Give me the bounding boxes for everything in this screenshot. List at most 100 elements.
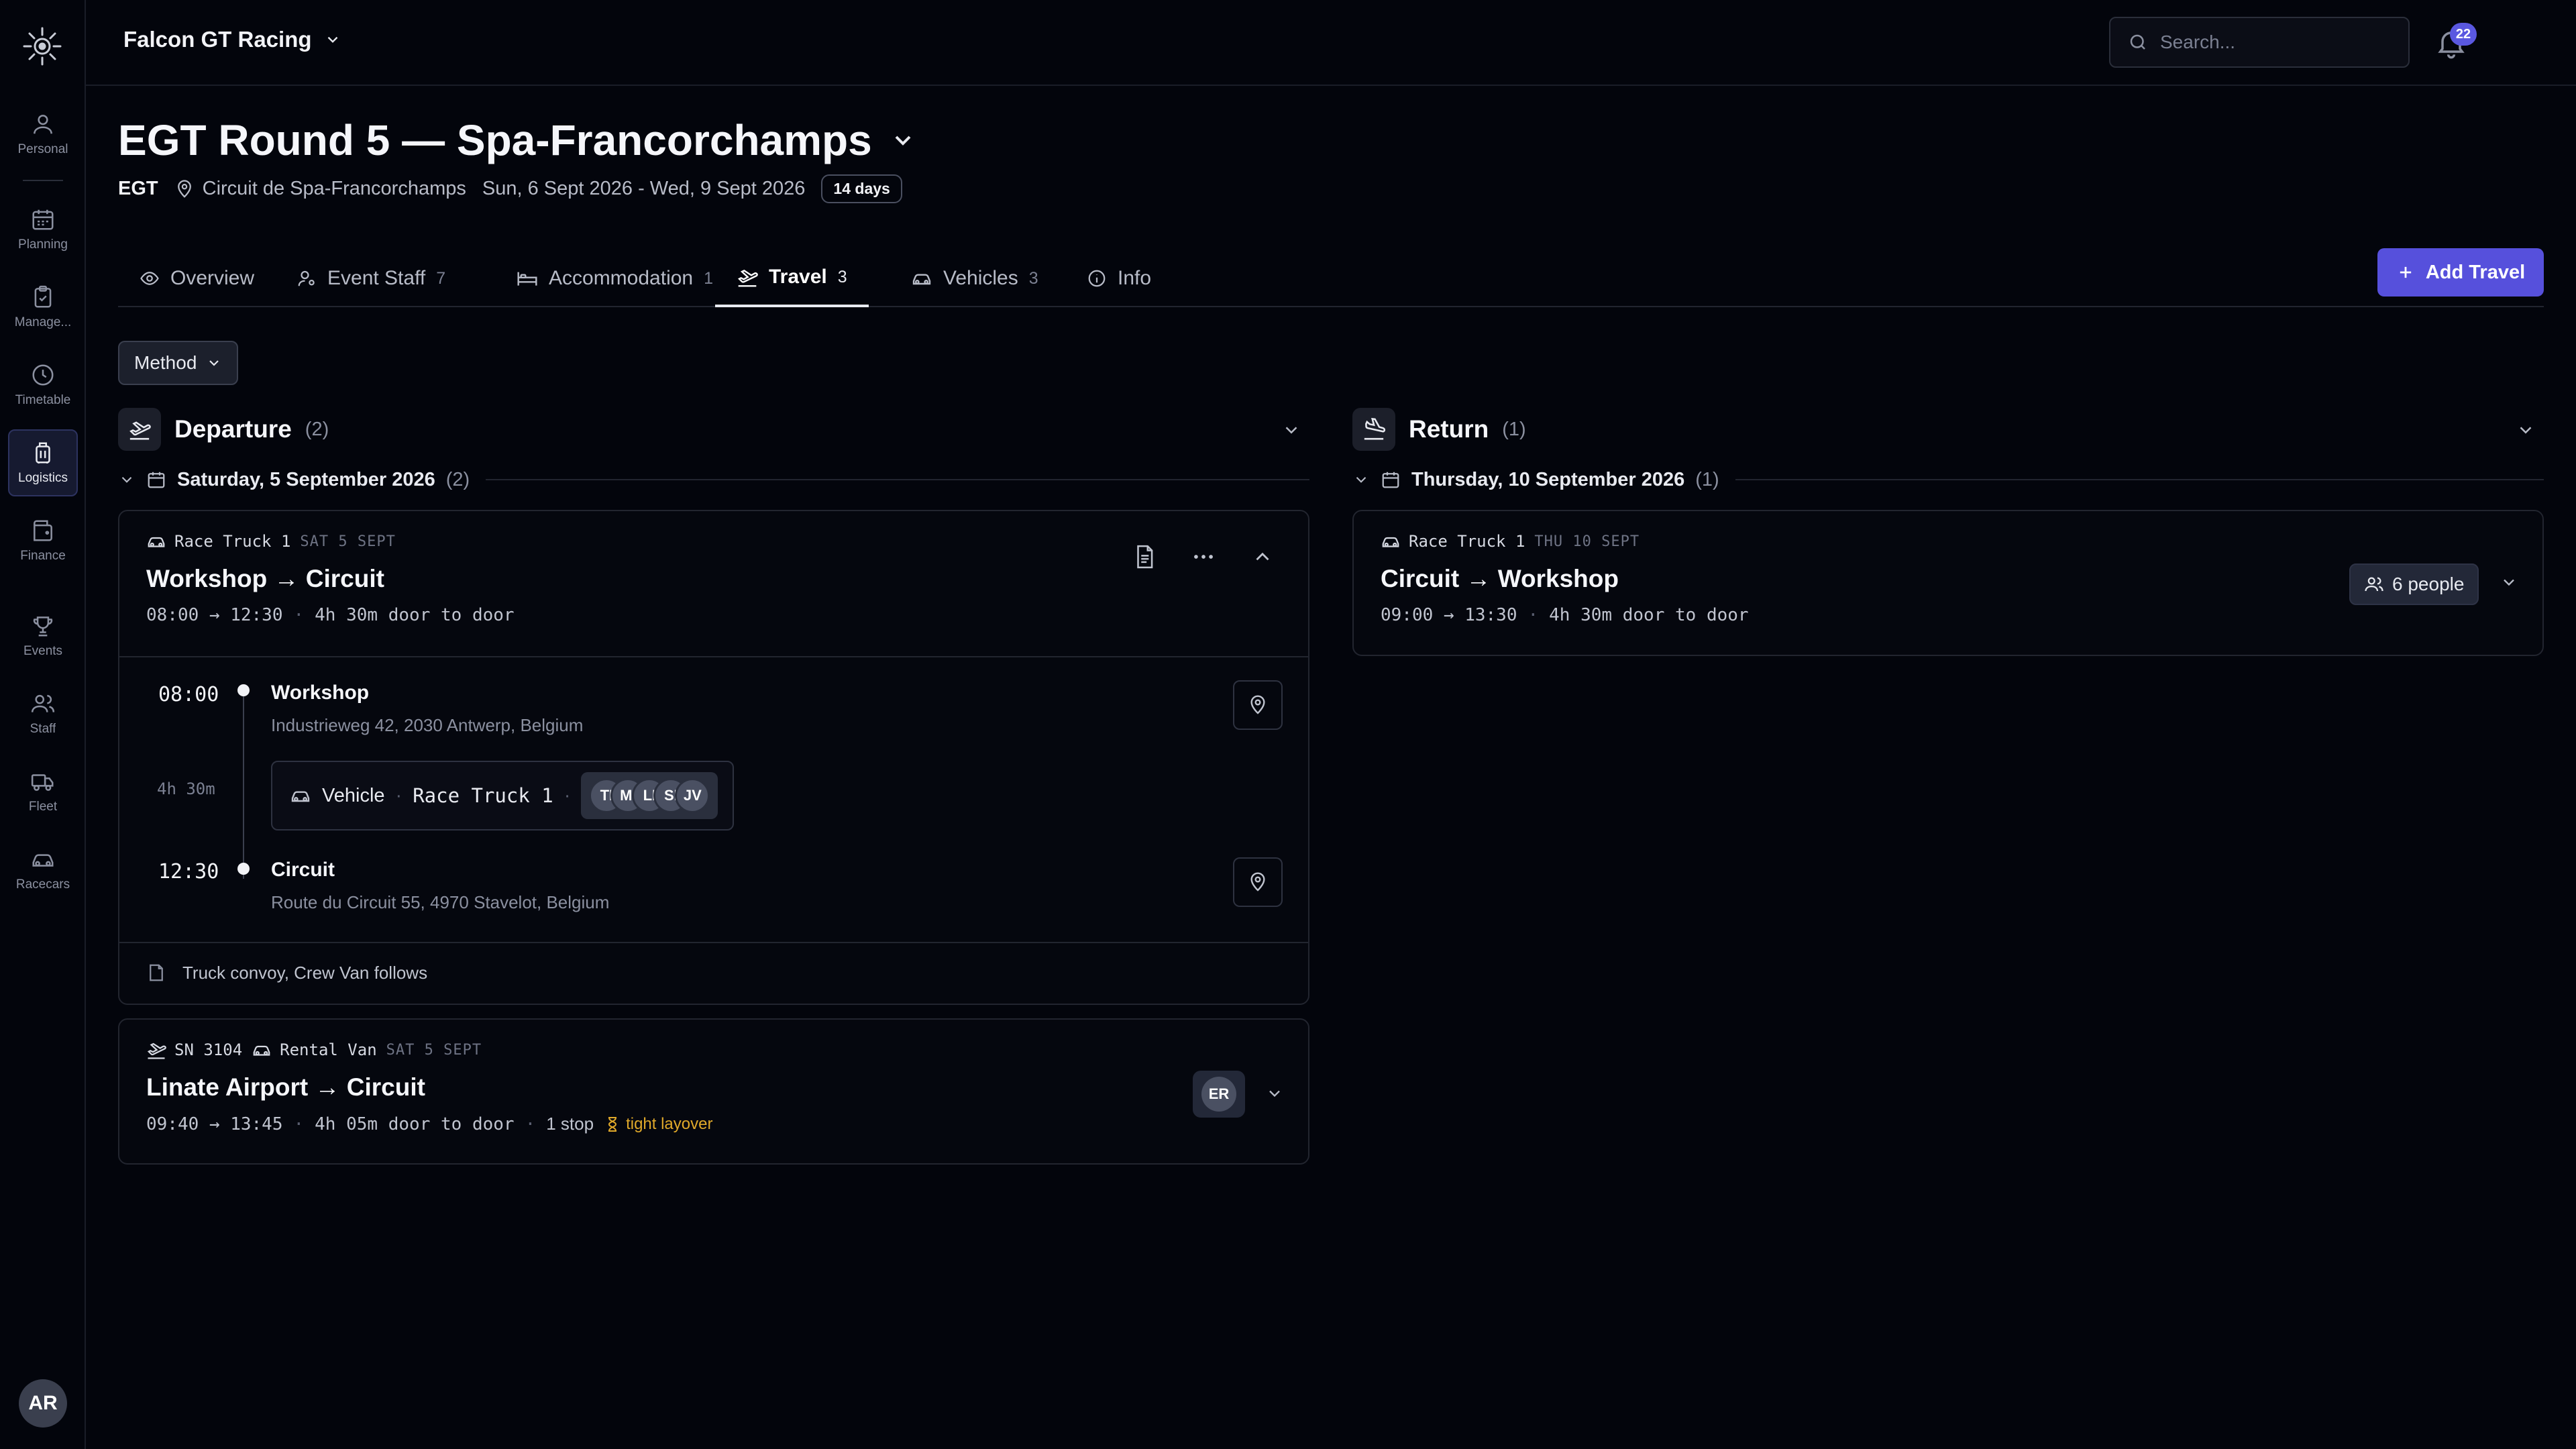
calendar-icon	[1382, 472, 1399, 488]
expand-button[interactable]	[2490, 564, 2528, 601]
car-icon	[253, 1045, 270, 1056]
chevron-down-icon[interactable]	[2516, 420, 2536, 440]
chevron-down-icon	[2504, 579, 2514, 586]
stops-count: 1 stop	[546, 1114, 594, 1134]
sidebar-item-fleet[interactable]: Fleet	[8, 758, 78, 825]
people-button[interactable]: 6 people	[2349, 564, 2479, 605]
chevron-down-icon	[1269, 1090, 1280, 1097]
map-pin-icon	[177, 179, 191, 198]
sidebar-item-staff[interactable]: Staff	[8, 680, 78, 747]
car-icon	[291, 791, 310, 802]
map-pin-button[interactable]	[1233, 857, 1283, 907]
sidebar-item-label: Staff	[30, 722, 56, 736]
plane-takeoff-icon	[147, 1042, 166, 1059]
event-title-row[interactable]: EGT Round 5 — Spa-Francorchamps	[118, 115, 916, 165]
map-pin-button[interactable]	[1233, 680, 1283, 730]
trip-time-row: 08:00 → 12:30 · 4h 30m door to door	[146, 605, 515, 625]
document-button[interactable]	[1126, 538, 1163, 576]
trip-card[interactable]: Race Truck 1 THU 10 SEPT Circuit → Works…	[1352, 510, 2544, 656]
tab-overview[interactable]: Overview	[118, 250, 276, 307]
tab-info[interactable]: Info	[1065, 250, 1173, 307]
trip-vehicle: Rental Van	[280, 1040, 377, 1059]
timeline-line	[243, 696, 244, 879]
event-meta: EGT Circuit de Spa-Francorchamps Sun, 6 …	[118, 174, 902, 203]
sidebar-item-planning[interactable]: Planning	[8, 196, 78, 263]
sidebar-item-racecars[interactable]: Racecars	[8, 836, 78, 903]
trip-card[interactable]: SN 3104 Rental Van SAT 5 SEPT Linate Air…	[118, 1018, 1309, 1165]
trip-date: SAT 5 SEPT	[386, 1041, 482, 1059]
sidebar-item-finance[interactable]: Finance	[8, 507, 78, 574]
calendar-icon	[148, 472, 165, 488]
sidebar-item-manage[interactable]: Manage...	[8, 274, 78, 341]
logo-icon[interactable]	[20, 24, 64, 68]
note-icon	[150, 964, 163, 981]
collapse-button[interactable]	[1244, 538, 1281, 576]
org-name: Falcon GT Racing	[123, 27, 312, 52]
tab-travel[interactable]: Travel 3	[715, 250, 869, 307]
tab-bar: Overview Event Staff 7 Accommodation 1 T…	[118, 250, 2544, 307]
tab-accommodation[interactable]: Accommodation 1	[495, 250, 735, 307]
chevron-up-icon	[1256, 552, 1269, 561]
departure-count: (2)	[305, 418, 329, 440]
expand-button[interactable]	[1256, 1075, 1293, 1112]
sidebar-item-personal[interactable]: Personal	[8, 101, 78, 168]
chevron-down-icon[interactable]	[1281, 420, 1301, 440]
sidebar-item-logistics[interactable]: Logistics	[8, 429, 78, 496]
car-icon	[32, 854, 54, 867]
people-avatars[interactable]: TI MI LI SI JV	[581, 772, 718, 819]
return-header[interactable]: Return (1)	[1352, 408, 2544, 451]
sidebar-item-label: Planning	[18, 237, 68, 252]
vehicle-leg[interactable]: Vehicle · Race Truck 1 · TI MI LI SI JV	[271, 761, 734, 830]
org-switcher[interactable]: Falcon GT Racing	[123, 27, 341, 52]
plane-takeoff-icon	[118, 408, 161, 451]
return-date-group[interactable]: Thursday, 10 September 2026 (1)	[1352, 464, 2544, 495]
chevron-down-icon	[1356, 476, 1366, 483]
search-placeholder: Search...	[2160, 32, 2236, 52]
tab-event-staff[interactable]: Event Staff 7	[275, 250, 467, 307]
car-icon	[1382, 537, 1399, 547]
stop-address: Industrieweg 42, 2030 Antwerp, Belgium	[271, 715, 584, 735]
trip-flight: SN 3104	[174, 1040, 243, 1059]
search-input[interactable]: Search...	[2109, 17, 2410, 68]
sidebar-item-events[interactable]: Events	[8, 602, 78, 669]
chevron-down-icon	[327, 36, 337, 43]
person-avatar-button[interactable]: ER	[1193, 1071, 1245, 1118]
trip-tagline: Race Truck 1 SAT 5 SEPT	[146, 531, 1281, 551]
luggage-icon	[36, 442, 50, 464]
departure-date-group[interactable]: Saturday, 5 September 2026 (2)	[118, 464, 1309, 495]
sidebar-item-label: Personal	[17, 142, 68, 156]
return-count: (1)	[1502, 418, 1526, 440]
more-options-button[interactable]	[1185, 538, 1222, 576]
divider	[486, 479, 1309, 480]
sidebar-item-label: Events	[23, 644, 63, 658]
avatar: ER	[1201, 1077, 1236, 1112]
page-title: EGT Round 5 — Spa-Francorchamps	[118, 116, 872, 164]
event-dates: Sun, 6 Sept 2026 - Wed, 9 Sept 2026	[482, 178, 806, 199]
sidebar-item-timetable[interactable]: Timetable	[8, 352, 78, 419]
notification-badge: 22	[2450, 23, 2477, 46]
chevron-down-icon	[121, 476, 132, 483]
avatar: JV	[675, 778, 710, 813]
stop-name: Circuit	[271, 859, 335, 881]
trip-tagline: SN 3104 Rental Van SAT 5 SEPT	[146, 1040, 1281, 1060]
stop-address: Route du Circuit 55, 4970 Stavelot, Belg…	[271, 892, 610, 912]
info-icon	[1088, 270, 1106, 287]
add-travel-button[interactable]: Add Travel	[2377, 248, 2544, 297]
trip-date: SAT 5 SEPT	[300, 533, 396, 550]
return-section: Return (1) Thursday, 10 September 2026 (…	[1352, 408, 2544, 656]
return-title: Return	[1409, 415, 1489, 443]
user-cog-icon	[298, 270, 315, 286]
method-filter-dropdown[interactable]: Method	[118, 341, 239, 385]
car-icon	[148, 537, 165, 547]
user-avatar[interactable]: AR	[19, 1379, 67, 1428]
departure-header[interactable]: Departure (2)	[118, 408, 1309, 451]
sidebar-item-label: Fleet	[28, 800, 58, 814]
tab-vehicles[interactable]: Vehicles 3	[890, 250, 1060, 307]
event-location: Circuit de Spa-Francorchamps	[174, 178, 466, 200]
stop-time: 12:30	[158, 860, 219, 883]
sidebar-item-label: Racecars	[15, 877, 70, 892]
chevron-down-icon[interactable]	[890, 127, 916, 154]
trip-card-header[interactable]: Race Truck 1 SAT 5 SEPT Workshop → Circu…	[119, 511, 1308, 656]
departure-title: Departure	[174, 415, 292, 443]
leg-vehicle: Race Truck 1	[413, 784, 553, 807]
